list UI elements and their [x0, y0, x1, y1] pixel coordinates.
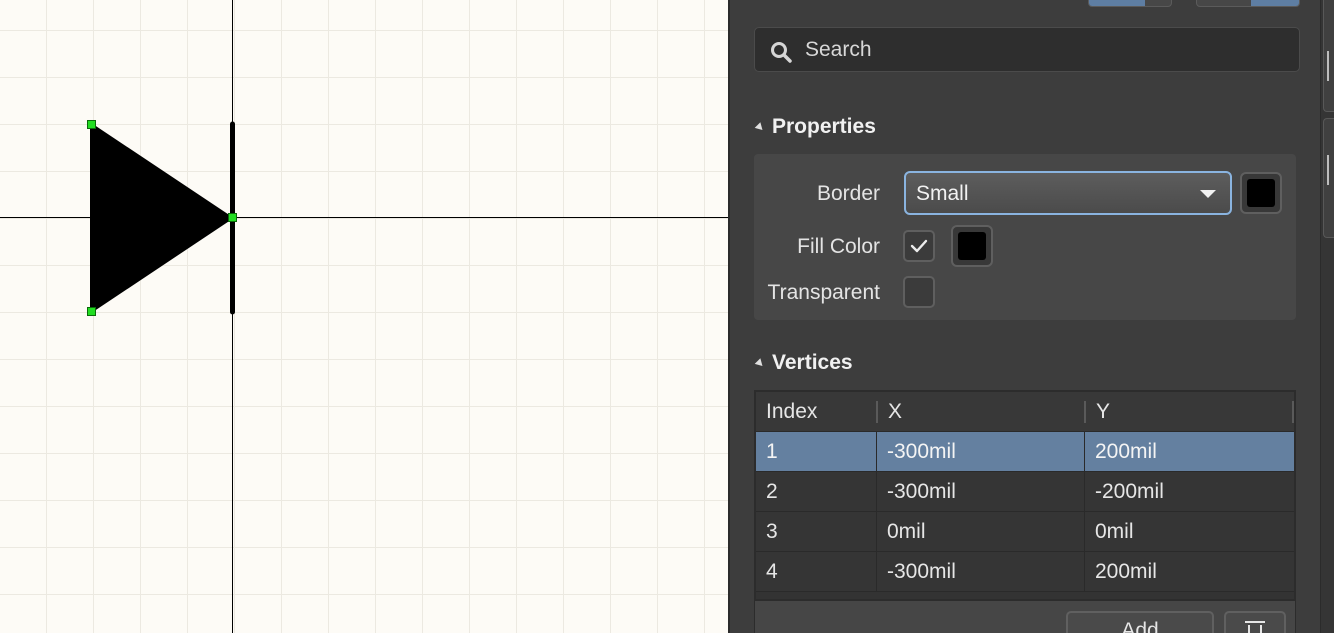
properties-title: Properties — [772, 115, 876, 138]
transparent-label: Transparent — [767, 281, 880, 304]
border-color-swatch[interactable] — [1240, 172, 1282, 214]
column-header-index[interactable]: Index — [756, 392, 876, 431]
row-index: 4 — [766, 560, 778, 583]
delete-vertex-button[interactable] — [1224, 611, 1286, 633]
column-resize-handle[interactable] — [1292, 401, 1294, 423]
vertex-handle-2[interactable] — [87, 307, 96, 316]
row-index: 3 — [766, 520, 778, 543]
row-index: 1 — [766, 440, 778, 463]
trash-icon-body — [1248, 625, 1262, 633]
fill-color-swatch[interactable] — [951, 225, 993, 267]
transparent-checkbox[interactable] — [903, 276, 935, 308]
properties-group: Border Small Fill Color Transparent — [754, 154, 1296, 320]
diode-triangle-polygon[interactable] — [90, 122, 234, 314]
toggle-segment-active[interactable] — [1251, 0, 1299, 6]
schematic-canvas[interactable] — [0, 0, 728, 633]
canvas-drawing[interactable] — [0, 0, 728, 633]
search-box[interactable] — [754, 27, 1300, 72]
search-icon — [771, 42, 792, 63]
row-x[interactable]: -300mil — [876, 552, 1084, 591]
collapse-triangle-icon — [754, 121, 766, 133]
row-x[interactable]: -300mil — [876, 472, 1084, 511]
vertex-handle-3[interactable] — [228, 213, 237, 222]
table-row[interactable]: 1 -300mil 200mil — [756, 432, 1294, 472]
table-toolbar — [754, 600, 1296, 633]
toolbar-toggle-right[interactable] — [1196, 0, 1300, 7]
properties-panel: Properties Border Small Fill Color Trans… — [730, 0, 1320, 633]
row-y[interactable]: 200mil — [1084, 432, 1294, 471]
dock-tab-1[interactable] — [1323, 0, 1334, 112]
row-index: 2 — [766, 480, 778, 503]
vertices-table: Index X Y 1 -300mil 200mil 2 -300mil -20… — [754, 390, 1296, 601]
collapse-triangle-icon — [754, 357, 766, 369]
side-dock-strip — [1320, 0, 1334, 633]
tab-text-fragment — [1327, 155, 1333, 185]
trash-icon — [1245, 621, 1265, 623]
tab-text-fragment — [1327, 51, 1333, 81]
border-select-value: Small — [916, 182, 969, 205]
toggle-segment-active[interactable] — [1089, 0, 1145, 6]
chevron-down-icon — [1200, 190, 1216, 198]
table-header-row: Index X Y — [756, 392, 1294, 432]
column-header-x[interactable]: X — [876, 401, 1084, 423]
vertices-section-header[interactable]: Vertices — [754, 351, 853, 375]
table-row[interactable]: 4 -300mil 200mil — [756, 552, 1294, 592]
toolbar-toggle-left[interactable] — [1088, 0, 1172, 7]
table-row[interactable]: 2 -300mil -200mil — [756, 472, 1294, 512]
fill-color-label: Fill Color — [797, 235, 880, 258]
column-header-y[interactable]: Y — [1084, 401, 1294, 423]
fill-color-checkbox[interactable] — [903, 230, 935, 262]
row-y[interactable]: -200mil — [1084, 472, 1294, 511]
row-x[interactable]: -300mil — [876, 432, 1084, 471]
border-label: Border — [816, 182, 880, 205]
border-color-fill — [1247, 179, 1275, 207]
checkmark-icon — [910, 239, 928, 253]
table-row[interactable]: 3 0mil 0mil — [756, 512, 1294, 552]
dock-tab-2[interactable] — [1323, 118, 1334, 238]
row-y[interactable]: 200mil — [1084, 552, 1294, 591]
row-y[interactable]: 0mil — [1084, 512, 1294, 551]
vertices-title: Vertices — [772, 351, 853, 374]
fill-color-fill — [958, 232, 986, 260]
search-input[interactable] — [805, 32, 1285, 68]
vertex-handle-1[interactable] — [87, 120, 96, 129]
border-select[interactable]: Small — [904, 171, 1232, 215]
properties-section-header[interactable]: Properties — [754, 115, 876, 139]
add-vertex-button[interactable]: Add — [1066, 611, 1214, 633]
row-x[interactable]: 0mil — [876, 512, 1084, 551]
